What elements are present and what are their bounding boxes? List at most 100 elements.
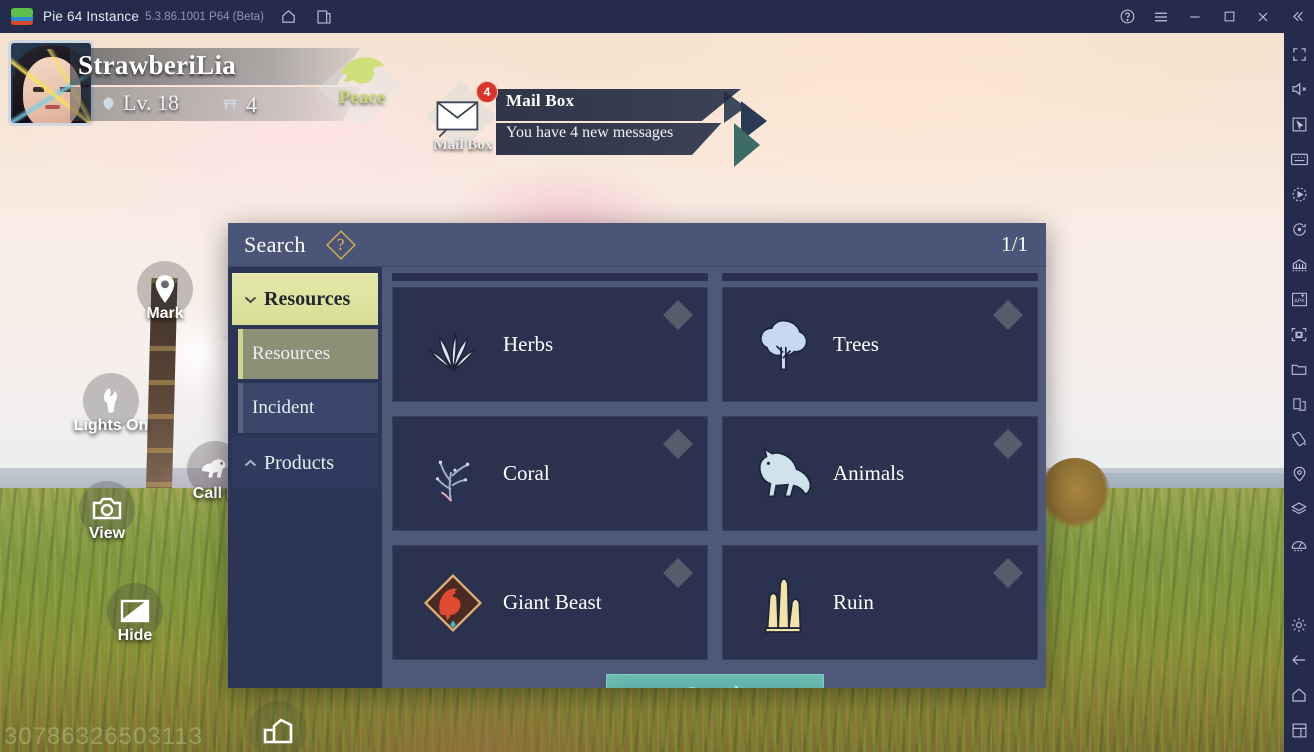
sidebar-group-label-resources: Resources xyxy=(264,287,351,310)
player-level: Lv. 18 xyxy=(100,90,179,116)
minimize-icon[interactable] xyxy=(1178,0,1212,33)
sidebar-item-label-resources: Resources xyxy=(252,343,331,364)
apk-install-icon[interactable]: APK xyxy=(1286,286,1312,312)
hud-button-mark[interactable]: Mark xyxy=(122,261,208,323)
home-icon[interactable] xyxy=(278,7,298,27)
macro-icon[interactable] xyxy=(1286,181,1312,207)
maximize-icon[interactable] xyxy=(1212,0,1246,33)
flip-icon[interactable] xyxy=(1286,391,1312,417)
search-button[interactable]: Search xyxy=(606,674,824,688)
resource-card-herbs[interactable]: Herbs xyxy=(392,287,708,402)
rotate-icon[interactable] xyxy=(1286,216,1312,242)
mailbox-notification[interactable]: 4 Mail Box Mail Box You have 4 new messa… xyxy=(418,75,767,167)
resource-card-giant-beast[interactable]: Giant Beast xyxy=(392,545,708,660)
resource-card-ruin[interactable]: Ruin xyxy=(722,545,1038,660)
dialog-body: Resources Resources Incident Products He… xyxy=(228,267,1046,688)
resource-checkbox-herbs[interactable] xyxy=(663,300,693,330)
dialog-title: Search xyxy=(244,231,306,257)
player-guild-count: 4 xyxy=(220,92,257,118)
chevron-down-icon xyxy=(242,295,258,304)
resource-checkbox-ruin[interactable] xyxy=(993,558,1023,588)
sidebar-item-resources[interactable]: Resources xyxy=(238,329,378,379)
sidebar-item-incident[interactable]: Incident xyxy=(238,383,378,433)
sidebar-item-label-incident: Incident xyxy=(252,397,315,418)
resource-label-ruin: Ruin xyxy=(833,590,874,614)
ruin-icon xyxy=(741,561,825,645)
multi-instance-icon[interactable] xyxy=(1286,251,1312,277)
status-badge[interactable]: Peace xyxy=(308,42,416,134)
multi-instance-icon[interactable] xyxy=(314,7,334,27)
sidebar-group-resources[interactable]: Resources xyxy=(232,273,378,325)
peek-left xyxy=(392,273,708,281)
hud-button-lights[interactable]: Lights On xyxy=(68,373,154,435)
close-icon[interactable] xyxy=(1246,0,1280,33)
hud-button-hide[interactable]: Hide xyxy=(92,583,178,645)
tilt-icon[interactable] xyxy=(1286,426,1312,452)
help-icon[interactable] xyxy=(1110,0,1144,33)
guild-count-text: 4 xyxy=(246,92,257,117)
recents-icon[interactable] xyxy=(1286,717,1312,743)
tree-icon xyxy=(741,303,825,387)
dialog-header: Search ? 1/1 xyxy=(228,223,1046,267)
resource-card-trees[interactable]: Trees xyxy=(722,287,1038,402)
status-label: Peace xyxy=(338,87,386,108)
gear-icon[interactable] xyxy=(1286,612,1312,638)
hud-button-view[interactable]: View xyxy=(64,481,150,543)
house-icon xyxy=(249,701,307,752)
chevron-up-icon xyxy=(242,459,258,468)
mail-badge-count: 4 xyxy=(476,81,498,103)
sidebar-group-label-products: Products xyxy=(264,451,334,474)
layers-icon[interactable] xyxy=(1286,496,1312,522)
menu-icon[interactable] xyxy=(1144,0,1178,33)
mute-icon[interactable] xyxy=(1286,76,1312,102)
mailbox-title: Mail Box xyxy=(506,91,575,110)
app-title: Pie 64 Instance xyxy=(43,9,140,24)
resource-card-coral[interactable]: Coral xyxy=(392,416,708,531)
giant-beast-icon xyxy=(411,561,495,645)
bluestacks-logo-icon xyxy=(11,6,33,28)
resource-card-grid: Herbs Trees Coral Animals Giant Beast Ru… xyxy=(392,287,1038,660)
resource-checkbox-giant-beast[interactable] xyxy=(663,558,693,588)
peek-right xyxy=(722,273,1038,281)
resource-checkbox-animals[interactable] xyxy=(993,429,1023,459)
resource-checkbox-trees[interactable] xyxy=(993,300,1023,330)
player-level-text: Lv. 18 xyxy=(123,90,180,115)
search-dialog: Search ? 1/1 Resources Resources Inciden… xyxy=(228,223,1046,688)
back-arrow-icon[interactable] xyxy=(1286,647,1312,673)
resource-label-trees: Trees xyxy=(833,332,879,356)
screenshot-icon[interactable] xyxy=(1286,321,1312,347)
resource-label-coral: Coral xyxy=(503,461,550,485)
location-icon[interactable] xyxy=(1286,461,1312,487)
hud-label-lights: Lights On xyxy=(73,417,149,434)
resource-card-animals[interactable]: Animals xyxy=(722,416,1038,531)
player-name: StrawberiLia xyxy=(78,50,237,80)
hud-label-view: View xyxy=(88,525,126,542)
dialog-sidebar: Resources Resources Incident Products xyxy=(228,267,382,688)
player-info-bar[interactable]: StrawberiLia Lv. 18 4 Peace xyxy=(8,40,408,130)
collapse-icon[interactable] xyxy=(1280,0,1314,33)
sidebar-group-products[interactable]: Products xyxy=(232,437,378,489)
coral-icon xyxy=(411,432,495,516)
resource-label-animals: Animals xyxy=(833,461,905,485)
herbs-icon xyxy=(411,303,495,387)
meter-icon[interactable] xyxy=(1286,531,1312,557)
resource-checkbox-coral[interactable] xyxy=(663,429,693,459)
scrolled-row-peek xyxy=(392,267,1038,281)
mailbox-body: Mail Box You have 4 new messages xyxy=(496,89,767,167)
help-diamond-icon[interactable]: ? xyxy=(325,229,356,260)
pointer-icon[interactable] xyxy=(1286,111,1312,137)
help-glyph: ? xyxy=(336,234,345,254)
mailbox-icon-label: Mail Box xyxy=(433,137,493,153)
dialog-content: Herbs Trees Coral Animals Giant Beast Ru… xyxy=(382,267,1046,688)
fullscreen-icon[interactable] xyxy=(1286,41,1312,67)
level-icon xyxy=(103,96,114,110)
hud-button-home[interactable] xyxy=(236,701,320,752)
animal-icon xyxy=(741,432,825,516)
folder-icon[interactable] xyxy=(1286,356,1312,382)
keyboard-icon[interactable] xyxy=(1286,146,1312,172)
home-icon[interactable] xyxy=(1286,682,1312,708)
bluestacks-sidebar: APK xyxy=(1284,33,1314,752)
dialog-actions: Search xyxy=(392,674,1038,688)
torii-gate-icon xyxy=(223,99,237,110)
mailbox-icon-wrap[interactable]: 4 Mail Box xyxy=(418,77,504,163)
